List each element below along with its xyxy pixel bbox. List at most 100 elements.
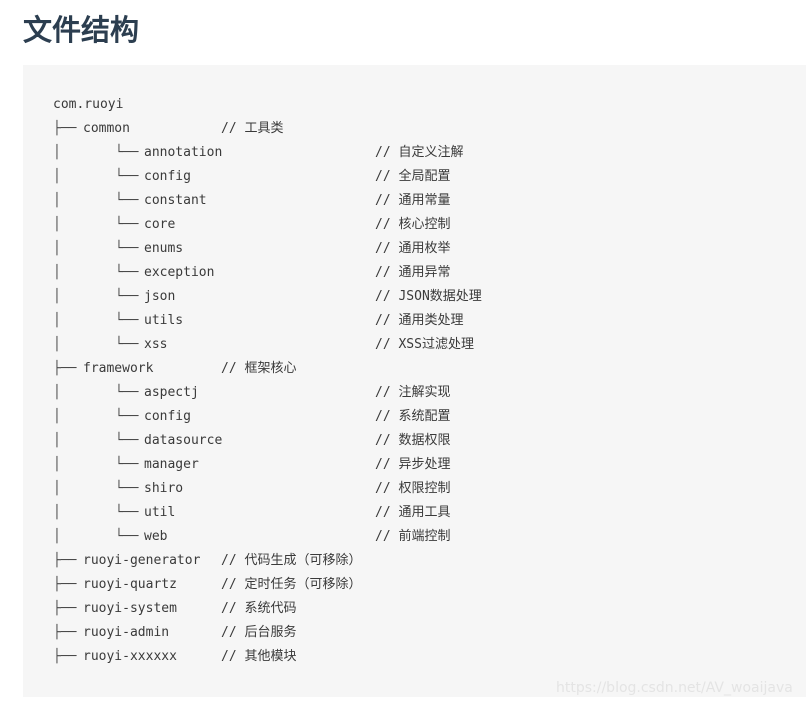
- tree-last-glyph: └──: [115, 385, 139, 400]
- tree-pipe-glyph: │: [53, 457, 61, 472]
- tree-last-glyph: └──: [115, 409, 139, 424]
- tree-last-glyph: └──: [115, 433, 139, 448]
- tree-line: │ └── xss // XSS过滤处理: [53, 333, 793, 357]
- tree-line: │ └── exception // 通用异常: [53, 261, 793, 285]
- tree-pipe-glyph: │: [53, 529, 61, 544]
- tree-last-glyph: └──: [115, 169, 139, 184]
- tree-package-name: enums: [144, 241, 184, 256]
- tree-last-glyph: └──: [115, 457, 139, 472]
- tree-branch-glyph: ├──: [53, 601, 77, 616]
- tree-package-comment: // 权限控制: [375, 481, 451, 496]
- tree-line: │ └── aspectj // 注解实现: [53, 381, 793, 405]
- tree-line: │ └── utils // 通用类处理: [53, 309, 793, 333]
- tree-last-glyph: └──: [115, 289, 139, 304]
- tree-package-name: shiro: [144, 481, 184, 496]
- watermark: https://blog.csdn.net/AV_woaijava: [556, 680, 793, 696]
- tree-package-comment: // 数据权限: [375, 433, 451, 448]
- file-tree: com.ruoyi ├── common // 工具类 │ └── annotation /…: [53, 93, 793, 669]
- tree-pipe-glyph: │: [53, 265, 61, 280]
- tree-pipe-glyph: │: [53, 385, 61, 400]
- tree-pipe-glyph: │: [53, 505, 61, 520]
- tree-branch-glyph: ├──: [53, 649, 77, 664]
- tree-line: │ └── annotation // 自定义注解: [53, 141, 793, 165]
- page-title: 文件结构: [23, 13, 140, 47]
- tree-package-name: manager: [144, 457, 199, 472]
- tree-package-name: core: [144, 217, 176, 232]
- tree-pipe-glyph: │: [53, 433, 61, 448]
- tree-root-name: com.ruoyi: [53, 97, 124, 112]
- tree-module-comment: // 后台服务: [221, 625, 297, 640]
- tree-last-glyph: └──: [115, 265, 139, 280]
- tree-last-glyph: └──: [115, 145, 139, 160]
- tree-line: │ └── json // JSON数据处理: [53, 285, 793, 309]
- tree-package-comment: // 异步处理: [375, 457, 451, 472]
- tree-branch-glyph: ├──: [53, 121, 77, 136]
- tree-module-comment: // 系统代码: [221, 601, 297, 616]
- tree-package-comment: // 前端控制: [375, 529, 451, 544]
- tree-last-glyph: └──: [115, 241, 139, 256]
- tree-line: │ └── web // 前端控制: [53, 525, 793, 549]
- tree-branch-glyph: ├──: [53, 361, 77, 376]
- tree-pipe-glyph: │: [53, 145, 61, 160]
- tree-last-glyph: └──: [115, 505, 139, 520]
- tree-module-name: ruoyi-admin: [83, 625, 170, 640]
- tree-line: ├── ruoyi-quartz // 定时任务（可移除）: [53, 573, 793, 597]
- tree-pipe-glyph: │: [53, 313, 61, 328]
- code-block: com.ruoyi ├── common // 工具类 │ └── annotation /…: [23, 65, 806, 697]
- tree-package-comment: // 系统配置: [375, 409, 451, 424]
- tree-module-comment: // 代码生成（可移除）: [221, 553, 362, 568]
- tree-branch-glyph: ├──: [53, 553, 77, 568]
- tree-line: │ └── datasource // 数据权限: [53, 429, 793, 453]
- tree-root-line: com.ruoyi: [53, 93, 793, 117]
- tree-line: ├── framework // 框架核心: [53, 357, 793, 381]
- tree-package-name: web: [144, 529, 168, 544]
- tree-package-comment: // 通用枚举: [375, 241, 451, 256]
- tree-module-name: framework: [83, 361, 154, 376]
- tree-line: ├── ruoyi-system // 系统代码: [53, 597, 793, 621]
- tree-line: │ └── core // 核心控制: [53, 213, 793, 237]
- tree-module-name: ruoyi-quartz: [83, 577, 177, 592]
- tree-package-comment: // 注解实现: [375, 385, 451, 400]
- tree-package-comment: // 通用常量: [375, 193, 451, 208]
- tree-module-name: common: [83, 121, 130, 136]
- tree-line: │ └── shiro // 权限控制: [53, 477, 793, 501]
- tree-line: │ └── enums // 通用枚举: [53, 237, 793, 261]
- tree-package-comment: // 通用工具: [375, 505, 451, 520]
- tree-pipe-glyph: │: [53, 289, 61, 304]
- tree-module-comment: // 框架核心: [221, 361, 297, 376]
- tree-module-name: ruoyi-xxxxxx: [83, 649, 177, 664]
- tree-package-name: config: [144, 169, 191, 184]
- tree-package-name: aspectj: [144, 385, 199, 400]
- tree-line: ├── ruoyi-xxxxxx // 其他模块: [53, 645, 793, 669]
- tree-package-comment: // 核心控制: [375, 217, 451, 232]
- tree-module-comment: // 工具类: [221, 121, 284, 136]
- tree-package-comment: // 全局配置: [375, 169, 451, 184]
- tree-pipe-glyph: │: [53, 409, 61, 424]
- tree-package-name: exception: [144, 265, 215, 280]
- tree-module-comment: // 定时任务（可移除）: [221, 577, 362, 592]
- tree-package-name: json: [144, 289, 176, 304]
- tree-package-name: config: [144, 409, 191, 424]
- tree-pipe-glyph: │: [53, 481, 61, 496]
- tree-branch-glyph: ├──: [53, 625, 77, 640]
- tree-pipe-glyph: │: [53, 169, 61, 184]
- tree-package-comment: // 通用类处理: [375, 313, 464, 328]
- tree-package-name: util: [144, 505, 176, 520]
- tree-package-name: constant: [144, 193, 207, 208]
- tree-branch-glyph: ├──: [53, 577, 77, 592]
- tree-last-glyph: └──: [115, 217, 139, 232]
- tree-package-name: utils: [144, 313, 184, 328]
- tree-package-comment: // 自定义注解: [375, 145, 464, 160]
- tree-line: │ └── config // 系统配置: [53, 405, 793, 429]
- tree-line: ├── ruoyi-generator // 代码生成（可移除）: [53, 549, 793, 573]
- tree-line: │ └── manager // 异步处理: [53, 453, 793, 477]
- tree-pipe-glyph: │: [53, 241, 61, 256]
- tree-line: ├── ruoyi-admin // 后台服务: [53, 621, 793, 645]
- tree-module-name: ruoyi-generator: [83, 553, 201, 568]
- tree-module-name: ruoyi-system: [83, 601, 177, 616]
- tree-package-name: datasource: [144, 433, 223, 448]
- tree-line: ├── common // 工具类: [53, 117, 793, 141]
- tree-last-glyph: └──: [115, 337, 139, 352]
- tree-pipe-glyph: │: [53, 193, 61, 208]
- tree-package-name: xss: [144, 337, 168, 352]
